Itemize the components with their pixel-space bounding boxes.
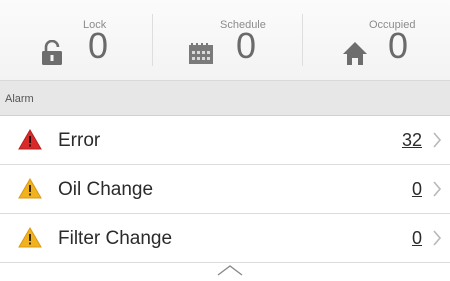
alarm-header-label: Alarm <box>5 93 34 105</box>
alarm-row-oil-change[interactable]: Oil Change 0 <box>0 165 450 214</box>
chevron-right-icon[interactable] <box>432 230 442 251</box>
alarm-row-filter-change[interactable]: Filter Change 0 <box>0 214 450 263</box>
stat-schedule-value: 0 <box>236 25 257 66</box>
alarm-row-count[interactable]: 0 <box>412 228 422 249</box>
stat-lock-value: 0 <box>88 25 109 66</box>
alarm-row-label: Oil Change <box>58 179 154 200</box>
alarm-row-error[interactable]: Error 32 <box>0 116 450 165</box>
alarm-row-label: Filter Change <box>58 228 173 249</box>
warning-yellow-icon <box>18 178 42 204</box>
chevron-right-icon[interactable] <box>432 132 442 153</box>
calendar-icon <box>188 43 214 70</box>
alarm-row-count[interactable]: 0 <box>412 179 422 200</box>
status-summary-bar: Lock 0 Schedule 0 Occupied 0 <box>0 0 450 81</box>
alarm-row-count[interactable]: 32 <box>402 130 422 151</box>
stat-lock[interactable]: Lock 0 <box>0 0 152 80</box>
alarm-section-header: Alarm <box>0 81 450 116</box>
chevron-up-icon[interactable] <box>217 263 243 281</box>
home-icon <box>342 41 368 71</box>
stat-schedule[interactable]: Schedule 0 <box>152 0 302 80</box>
warning-red-icon <box>18 129 42 155</box>
lock-icon <box>40 39 64 71</box>
warning-yellow-icon <box>18 227 42 253</box>
alarm-row-label: Error <box>58 130 101 151</box>
chevron-right-icon[interactable] <box>432 181 442 202</box>
stat-occupied-value: 0 <box>388 25 409 66</box>
stat-occupied[interactable]: Occupied 0 <box>302 0 450 80</box>
